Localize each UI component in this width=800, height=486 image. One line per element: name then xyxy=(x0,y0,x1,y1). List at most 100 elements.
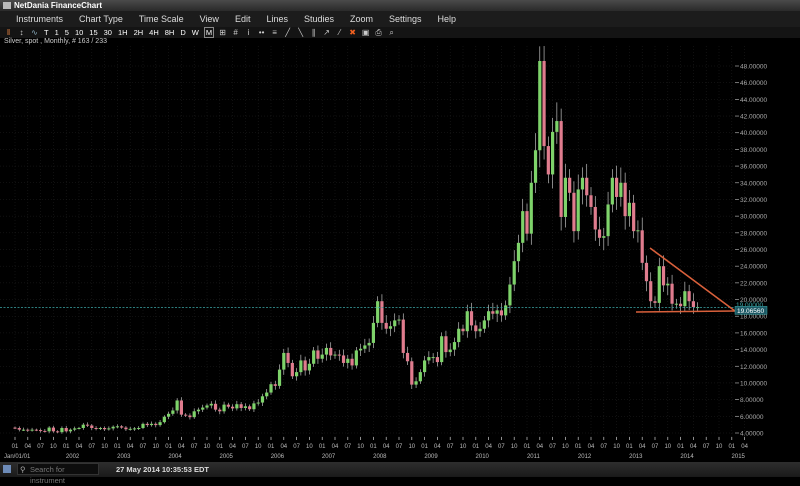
candle-body xyxy=(196,409,201,412)
candlestick-icon[interactable]: ‖ xyxy=(4,28,13,37)
search-input[interactable]: ⚲ Search for instrument xyxy=(17,463,99,485)
candle xyxy=(218,407,222,415)
candle xyxy=(273,380,277,390)
x-month-label: 01 xyxy=(472,444,479,450)
candle-body xyxy=(371,322,375,343)
candle xyxy=(504,300,508,320)
candle-body xyxy=(17,427,21,430)
draw-fibonacci-icon[interactable]: ╲ xyxy=(296,28,305,37)
x-month-label: 10 xyxy=(408,444,415,450)
period-4h[interactable]: 4H xyxy=(148,28,160,37)
menu-edit[interactable]: Edit xyxy=(235,11,251,27)
zoom-icon[interactable]: ⌕ xyxy=(387,28,396,37)
color-icon[interactable]: ▣ xyxy=(361,28,370,37)
candle xyxy=(580,167,585,205)
menu-help[interactable]: Help xyxy=(438,11,457,27)
period-10[interactable]: 10 xyxy=(74,28,84,37)
x-month-label: 07 xyxy=(293,444,300,450)
x-month-label: 01 xyxy=(165,444,172,450)
candle-body xyxy=(213,403,218,410)
line-chart-icon[interactable]: ∿ xyxy=(30,28,39,37)
period-1h[interactable]: 1H xyxy=(117,28,129,37)
candle xyxy=(444,330,448,358)
menu-chart-type[interactable]: Chart Type xyxy=(79,11,123,27)
candle-body xyxy=(39,430,43,432)
menu-settings[interactable]: Settings xyxy=(389,11,422,27)
candle-body xyxy=(252,403,256,410)
candle xyxy=(269,381,273,395)
volume-icon[interactable]: ≡ xyxy=(270,28,279,37)
layout-icon[interactable] xyxy=(3,465,11,473)
candle-body xyxy=(324,347,329,355)
candle-body xyxy=(405,352,410,362)
period-2h[interactable]: 2H xyxy=(133,28,145,37)
compare-icon[interactable]: •• xyxy=(257,28,266,37)
draw-channel-icon[interactable]: ∥ xyxy=(309,28,318,37)
period-30[interactable]: 30 xyxy=(103,28,113,37)
candle-body xyxy=(521,211,525,243)
menu-instruments[interactable]: Instruments xyxy=(16,11,63,27)
period-8h[interactable]: 8H xyxy=(164,28,176,37)
period-5[interactable]: 5 xyxy=(64,28,70,37)
info-icon[interactable]: i xyxy=(244,28,253,37)
candle-body xyxy=(602,236,606,238)
candle xyxy=(60,426,64,434)
period-1[interactable]: 1 xyxy=(54,28,60,37)
period-m[interactable]: M xyxy=(203,27,215,38)
period-d[interactable]: D xyxy=(179,28,186,37)
period-15[interactable]: 15 xyxy=(88,28,98,37)
candle xyxy=(380,294,384,330)
candle-body xyxy=(286,352,290,363)
x-month-label: 04 xyxy=(588,444,595,450)
menu-view[interactable]: View xyxy=(200,11,219,27)
period-t[interactable]: T xyxy=(43,28,50,37)
candle-body xyxy=(427,357,431,361)
candle xyxy=(90,424,94,431)
candle-body xyxy=(56,431,60,433)
candle-body xyxy=(580,177,585,190)
candle-body xyxy=(640,230,644,263)
candle-body xyxy=(51,427,55,432)
candle-body xyxy=(495,310,499,314)
cursor-icon[interactable]: ↗ xyxy=(322,28,331,37)
delete-icon[interactable]: ✖ xyxy=(348,28,357,37)
candle-body xyxy=(435,357,439,363)
x-year-label: 2005 xyxy=(220,454,234,460)
candle xyxy=(478,322,482,337)
toolbar: ‖ ↕ ∿ T 1 5 10 15 30 1H 2H 4H 8H D W M ⊞ # i •• ≡ ╱ ╲ ∥ ↗ ⁄ ✖ ▣ ⎙ ⌕ xyxy=(0,27,800,38)
menu-zoom[interactable]: Zoom xyxy=(350,11,373,27)
y-tick-label: 12.00000 xyxy=(740,364,767,371)
menu-studies[interactable]: Studies xyxy=(304,11,334,27)
candle xyxy=(585,163,589,207)
x-month-label: 07 xyxy=(191,444,198,450)
candle-body xyxy=(226,404,230,407)
candle xyxy=(282,348,286,375)
candle xyxy=(418,369,422,384)
candle xyxy=(120,425,124,429)
candle xyxy=(226,402,230,409)
bar-chart-icon[interactable]: ↕ xyxy=(17,28,26,37)
trendline-support[interactable] xyxy=(635,310,736,313)
trendline-icon[interactable]: ⁄ xyxy=(335,28,344,37)
x-month-label: 04 xyxy=(24,444,31,450)
candle xyxy=(529,170,533,245)
candle xyxy=(68,428,73,434)
candle-body xyxy=(619,182,623,197)
menu-time-scale[interactable]: Time Scale xyxy=(139,11,184,27)
candle xyxy=(179,397,183,417)
hash-icon[interactable]: # xyxy=(231,28,240,37)
draw-line-icon[interactable]: ╱ xyxy=(283,28,292,37)
x-month-label: 04 xyxy=(741,444,748,450)
candle-body xyxy=(137,427,141,429)
candle-body xyxy=(115,426,119,428)
datetime: 27 May 2014 10:35:53 EDT xyxy=(116,465,209,474)
period-w[interactable]: W xyxy=(191,28,200,37)
price-chart[interactable]: 4.00000 6.00000 8.00000 10.00000 12.00000 14.… xyxy=(0,46,800,462)
menu-lines[interactable]: Lines xyxy=(266,11,288,27)
candle xyxy=(21,427,26,431)
grid-layout-icon[interactable]: ⊞ xyxy=(218,28,227,37)
print-icon[interactable]: ⎙ xyxy=(374,28,383,37)
candle-body xyxy=(461,328,465,332)
candle xyxy=(602,227,606,251)
x-year-label: 2003 xyxy=(117,454,131,460)
